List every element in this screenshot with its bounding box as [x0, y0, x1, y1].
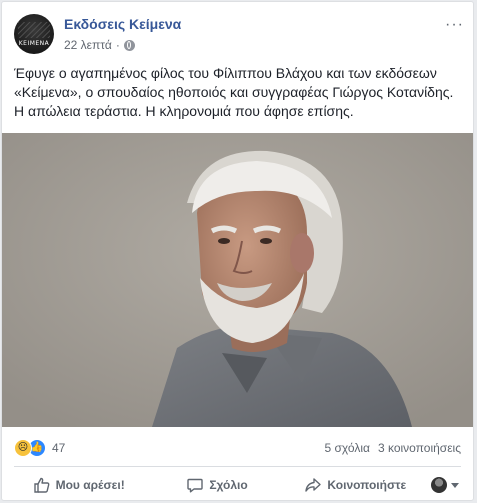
reaction-summary[interactable]: ☹ 👍 47	[14, 439, 65, 457]
comment-button[interactable]: Σχόλιο	[148, 471, 286, 499]
portrait-illustration	[2, 133, 473, 427]
avatar-logo-pattern	[18, 22, 50, 38]
comments-count-link[interactable]: 5 σχόλια	[325, 441, 370, 455]
shares-count-link[interactable]: 3 κοινοποιήσεις	[378, 441, 461, 455]
post-text: Έφυγε ο αγαπημένος φίλος του Φίλιππου Βλ…	[14, 65, 454, 119]
post-as-selector[interactable]	[425, 471, 465, 499]
like-button[interactable]: Μου αρέσει!	[10, 471, 148, 499]
page-avatar[interactable]: ΚΕΙΜΕΝΑ	[14, 14, 54, 54]
thumbs-up-icon	[33, 477, 49, 493]
globe-icon[interactable]	[123, 39, 135, 51]
post-timestamp[interactable]: 22 λεπτά	[64, 38, 112, 52]
reaction-count: 47	[52, 441, 66, 455]
like-button-label: Μου αρέσει!	[55, 478, 125, 492]
comment-icon	[187, 478, 204, 493]
post-photo[interactable]	[2, 133, 473, 427]
action-divider	[14, 466, 461, 467]
meta-separator: ·	[115, 38, 120, 52]
share-button[interactable]: Κοινοποιήστε	[287, 471, 425, 499]
page-name-link[interactable]: Εκδόσεις Κείμενα	[64, 16, 181, 32]
chevron-down-icon	[450, 482, 459, 488]
share-icon	[305, 478, 322, 492]
profile-avatar-icon	[430, 477, 447, 493]
more-options-button[interactable]: ···	[445, 16, 464, 34]
comment-button-label: Σχόλιο	[209, 478, 248, 492]
post-action-bar: Μου αρέσει! Σχόλιο Κοινοποιήστε	[10, 470, 465, 500]
post-meta: 22 λεπτά ·	[64, 38, 135, 52]
post-card: ΚΕΙΜΕΝΑ Εκδόσεις Κείμενα 22 λεπτά · ··· …	[1, 1, 474, 501]
avatar-logo-text: ΚΕΙΜΕΝΑ	[18, 40, 50, 47]
post-header: ΚΕΙΜΕΝΑ Εκδόσεις Κείμενα 22 λεπτά · ···	[14, 14, 464, 56]
post-stats: 5 σχόλια 3 κοινοποιήσεις	[325, 441, 462, 455]
share-button-label: Κοινοποιήστε	[327, 478, 407, 492]
sad-reaction-icon: ☹	[14, 439, 32, 457]
